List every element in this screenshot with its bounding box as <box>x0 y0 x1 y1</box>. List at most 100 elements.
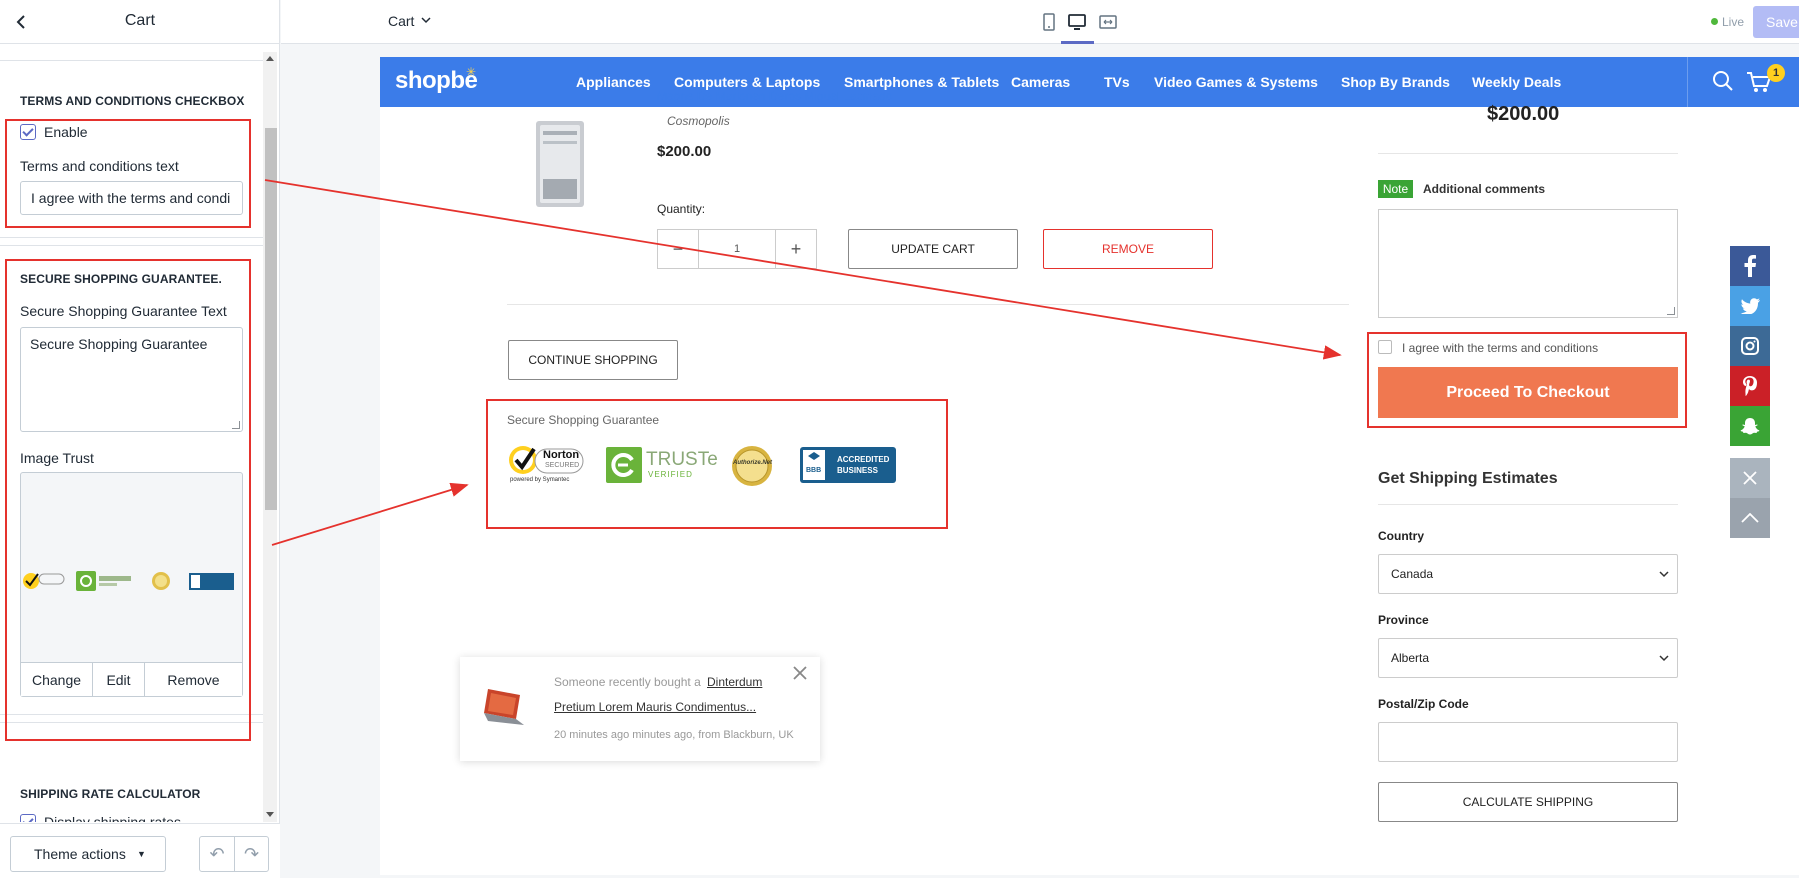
popup-prefix: Someone recently bought a <box>554 675 701 689</box>
save-button[interactable]: Save <box>1753 6 1799 38</box>
active-device-indicator <box>1061 41 1094 44</box>
undo-icon[interactable]: ↶ <box>200 837 234 871</box>
shipping-estimates-title: Get Shipping Estimates <box>1378 470 1558 487</box>
close-icon[interactable] <box>792 665 808 681</box>
remove-item-button[interactable]: REMOVE <box>1043 229 1213 269</box>
bbb-bottom: BUSINESS <box>837 466 878 475</box>
social-spacer <box>1730 446 1770 458</box>
social-share-bar <box>1730 246 1770 538</box>
close-social-icon[interactable] <box>1730 458 1770 498</box>
sidebar-settings: TERMS AND CONDITIONS CHECKBOX Enable Ter… <box>0 52 263 822</box>
scroll-up-icon[interactable] <box>266 56 274 61</box>
popup-product-link-line2[interactable]: Pretium Lorem Mauris Condimentus... <box>554 700 756 714</box>
additional-comments-textarea[interactable] <box>1378 209 1678 318</box>
divider <box>0 237 263 238</box>
recent-purchase-popup: Someone recently bought a Dinterdum Pret… <box>460 657 820 761</box>
resize-grip-icon[interactable] <box>232 421 240 429</box>
additional-comments-label: Additional comments <box>1423 182 1546 196</box>
twitter-icon[interactable] <box>1730 286 1770 326</box>
redo-icon[interactable]: ↷ <box>233 837 268 871</box>
change-image-button[interactable]: Change <box>21 663 93 697</box>
terms-checkbox[interactable] <box>1378 340 1392 354</box>
instagram-icon[interactable] <box>1730 326 1770 366</box>
calculate-shipping-button[interactable]: CALCULATE SHIPPING <box>1378 782 1678 822</box>
search-icon[interactable] <box>1712 70 1734 92</box>
product-price: $200.00 <box>657 143 712 160</box>
sidebar-header: Cart <box>0 0 280 44</box>
quantity-stepper: − 1 + <box>657 229 817 269</box>
nav-smartphones-tablets[interactable]: Smartphones & Tablets <box>844 74 999 90</box>
quantity-input[interactable]: 1 <box>698 230 776 268</box>
terms-text-input[interactable]: I agree with the terms and condi <box>20 181 243 215</box>
divider <box>0 245 263 246</box>
nav-weekly-deals[interactable]: Weekly Deals <box>1472 74 1561 90</box>
divider <box>507 304 1349 305</box>
undo-redo-group: ↶ ↷ <box>199 836 269 872</box>
chevron-down-icon <box>1659 571 1669 578</box>
terms-section-title: TERMS AND CONDITIONS CHECKBOX <box>20 94 245 108</box>
edit-image-button[interactable]: Edit <box>93 663 145 697</box>
terms-text-label: Terms and conditions text <box>20 158 179 174</box>
norton-sub: SECURED <box>545 462 580 469</box>
enable-terms-checkbox[interactable] <box>20 124 36 140</box>
scrollbar-thumb[interactable] <box>265 128 277 510</box>
truste-sub: VERIFIED <box>648 470 693 479</box>
increase-qty-button[interactable]: + <box>776 230 816 268</box>
sidebar-footer: Theme actions ▼ ↶ ↷ <box>0 823 280 878</box>
image-trust-actions: Change Edit Remove <box>21 662 242 697</box>
decrease-qty-button[interactable]: − <box>658 230 698 268</box>
nav-computers-laptops[interactable]: Computers & Laptops <box>674 74 820 90</box>
bbb-logo: BBB <box>806 467 822 474</box>
scroll-down-icon[interactable] <box>266 812 274 817</box>
sidebar-scrollbar[interactable] <box>263 52 277 822</box>
authorize-net-badge: Authorize.Net <box>729 445 775 492</box>
update-cart-button[interactable]: UPDATE CART <box>848 229 1018 269</box>
country-select[interactable]: Canada <box>1378 554 1678 594</box>
snapchat-icon[interactable] <box>1730 406 1770 446</box>
popup-product-link[interactable]: Dinterdum <box>707 675 762 689</box>
resize-grip-icon[interactable] <box>1667 307 1675 315</box>
nav-tvs[interactable]: TVs <box>1104 74 1130 90</box>
mobile-view-icon[interactable] <box>1039 12 1059 32</box>
nav-appliances[interactable]: Appliances <box>576 74 651 90</box>
continue-shopping-button[interactable]: CONTINUE SHOPPING <box>508 340 678 380</box>
country-value: Canada <box>1391 567 1434 581</box>
nav-video-games[interactable]: Video Games & Systems <box>1154 74 1318 90</box>
cart-count-badge: 1 <box>1767 64 1785 82</box>
proceed-to-checkout-button[interactable]: Proceed To Checkout <box>1378 367 1678 418</box>
terms-checkbox-label: I agree with the terms and conditions <box>1402 341 1599 355</box>
page-selector-label: Cart <box>388 13 415 29</box>
theme-actions-button[interactable]: Theme actions ▼ <box>10 836 166 872</box>
divider <box>0 60 263 61</box>
note-badge: Note <box>1378 180 1413 198</box>
store-preview: shopbe ✳ Appliances Computers & Laptops … <box>380 57 1799 875</box>
chevron-down-icon <box>421 17 431 24</box>
province-value: Alberta <box>1391 651 1430 665</box>
facebook-icon[interactable] <box>1730 246 1770 286</box>
norton-badge: Norton SECURED powered by Symantec <box>507 443 587 494</box>
quantity-label: Quantity: <box>657 202 706 216</box>
store-navbar: shopbe ✳ Appliances Computers & Laptops … <box>380 57 1799 107</box>
editor-topbar: Cart Live Save <box>281 0 1799 44</box>
scroll-to-top-icon[interactable] <box>1730 498 1770 538</box>
zip-input[interactable] <box>1378 722 1678 762</box>
secure-text-label: Secure Shopping Guarantee Text <box>20 303 227 319</box>
subtotal-price: $200.00 <box>1487 103 1560 125</box>
store-logo[interactable]: shopbe <box>395 67 478 95</box>
secure-text-textarea[interactable]: Secure Shopping Guarantee <box>20 327 243 432</box>
nav-cameras[interactable]: Cameras <box>1011 74 1070 90</box>
remove-image-button[interactable]: Remove <box>145 663 242 697</box>
pinterest-icon[interactable] <box>1730 366 1770 406</box>
enable-terms-label: Enable <box>44 124 88 140</box>
fullscreen-view-icon[interactable] <box>1098 12 1118 32</box>
page-selector[interactable]: Cart <box>388 13 432 29</box>
nav-shop-by-brands[interactable]: Shop By Brands <box>1341 74 1450 90</box>
secure-text-value: Secure Shopping Guarantee <box>30 336 208 352</box>
desktop-view-icon[interactable] <box>1067 12 1087 32</box>
product-title-link[interactable]: Magne De Marloneri Deros Miguel Lacmado <box>657 89 892 103</box>
laptop-thumbnail <box>484 689 524 725</box>
display-shipping-checkbox[interactable] <box>20 814 36 822</box>
product-image[interactable] <box>530 119 590 211</box>
theme-editor-sidebar: Cart TERMS AND CONDITIONS CHECKBOX Enabl… <box>0 0 280 878</box>
province-select[interactable]: Alberta <box>1378 638 1678 678</box>
